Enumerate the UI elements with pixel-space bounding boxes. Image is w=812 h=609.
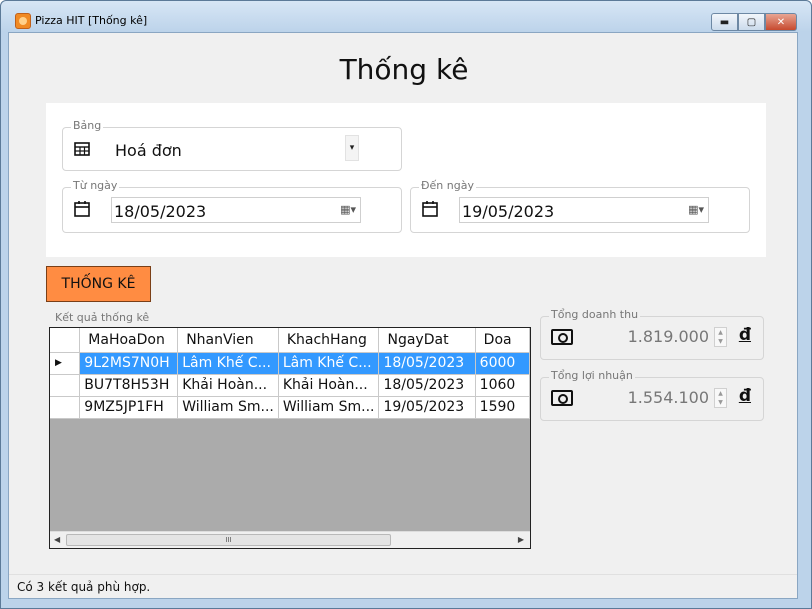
table-cell[interactable]: 18/05/2023 bbox=[378, 374, 476, 397]
table-cell[interactable]: 9MZ5JP1FH bbox=[79, 396, 179, 419]
window-controls: ▬ ▢ ✕ bbox=[711, 13, 797, 31]
results-table: MaHoaDon NhanVien KhachHang NgayDat Doa … bbox=[50, 328, 530, 419]
total-profit-label: Tổng lợi nhuận bbox=[549, 369, 635, 382]
app-icon bbox=[15, 13, 31, 29]
table-cell[interactable]: 6000 bbox=[475, 352, 530, 375]
money-icon bbox=[551, 329, 573, 345]
from-date-group: Từ ngày 18/05/2023 ▦▾ bbox=[62, 179, 402, 233]
currency-symbol: đ bbox=[738, 386, 751, 406]
column-header[interactable]: Doa bbox=[475, 328, 530, 353]
row-selector[interactable] bbox=[50, 374, 81, 397]
page-title: Thống kê bbox=[339, 53, 469, 86]
to-date-group: Đến ngày 19/05/2023 ▦▾ bbox=[410, 179, 750, 233]
table-cell[interactable]: BU7T8H53H bbox=[79, 374, 179, 397]
to-date-value: 19/05/2023 bbox=[462, 202, 555, 221]
horizontal-scrollbar[interactable]: ◀ III ▶ bbox=[50, 531, 530, 548]
status-bar: Có 3 kết quả phù hợp. bbox=[9, 574, 797, 598]
title-bar[interactable]: Pizza HIT [Thống kê] ▬ ▢ ✕ bbox=[1, 1, 811, 32]
form-client-area: Thống kê Bảng Hoá đơn ▾ Từ ngày 18/05/20… bbox=[8, 32, 798, 599]
column-header[interactable]: NhanVien bbox=[177, 328, 279, 353]
close-button[interactable]: ✕ bbox=[765, 13, 797, 31]
status-text: Có 3 kết quả phù hợp. bbox=[17, 580, 151, 594]
column-header[interactable]: KhachHang bbox=[278, 328, 380, 353]
column-header[interactable]: MaHoaDon bbox=[79, 328, 179, 353]
table-select-label: Bảng bbox=[71, 119, 104, 132]
scroll-left-icon[interactable]: ◀ bbox=[54, 535, 60, 544]
table-row[interactable]: 9MZ5JP1FH William Sm... William Sm... 19… bbox=[50, 396, 530, 419]
to-date-picker[interactable]: 19/05/2023 ▦▾ bbox=[459, 197, 709, 223]
table-cell[interactable]: 18/05/2023 bbox=[378, 352, 476, 375]
table-header-row: MaHoaDon NhanVien KhachHang NgayDat Doa bbox=[50, 328, 530, 353]
to-date-label: Đến ngày bbox=[419, 179, 476, 192]
total-revenue-value: 1.819.000 bbox=[627, 327, 709, 346]
maximize-button[interactable]: ▢ bbox=[738, 13, 765, 31]
table-row[interactable]: ▶ 9L2MS7N0H Lâm Khế C... Lâm Khế C... 18… bbox=[50, 352, 530, 375]
table-cell[interactable]: William Sm... bbox=[177, 396, 279, 419]
from-date-label: Từ ngày bbox=[71, 179, 120, 192]
table-cell[interactable]: William Sm... bbox=[278, 396, 380, 419]
profit-spinner: ▲ ▼ bbox=[714, 388, 727, 408]
table-cell[interactable]: 9L2MS7N0H bbox=[79, 352, 179, 375]
calendar-icon bbox=[73, 200, 91, 218]
window-title: Pizza HIT [Thống kê] bbox=[35, 14, 148, 27]
table-cell[interactable]: Khải Hoàn... bbox=[177, 374, 279, 397]
column-header[interactable]: NgayDat bbox=[378, 328, 476, 353]
from-date-value: 18/05/2023 bbox=[114, 202, 207, 221]
row-selector-icon[interactable]: ▶ bbox=[50, 352, 81, 375]
results-label: Kết quả thống kê bbox=[55, 311, 150, 324]
app-window: Pizza HIT [Thống kê] ▬ ▢ ✕ Thống kê Bảng… bbox=[0, 0, 812, 609]
money-icon bbox=[551, 390, 573, 406]
revenue-spinner: ▲ ▼ bbox=[714, 327, 727, 347]
total-revenue-label: Tổng doanh thu bbox=[549, 308, 641, 321]
table-cell[interactable]: Khải Hoàn... bbox=[278, 374, 380, 397]
filter-panel: Bảng Hoá đơn ▾ Từ ngày 18/05/2023 ▦▾ Đến… bbox=[46, 103, 766, 257]
table-select-group: Bảng Hoá đơn ▾ bbox=[62, 119, 402, 171]
table-row[interactable]: BU7T8H53H Khải Hoàn... Khải Hoàn... 18/0… bbox=[50, 374, 530, 397]
calendar-icon bbox=[421, 200, 439, 218]
results-grid[interactable]: MaHoaDon NhanVien KhachHang NgayDat Doa … bbox=[49, 327, 531, 549]
scroll-right-icon[interactable]: ▶ bbox=[518, 535, 524, 544]
calendar-dropdown-icon[interactable]: ▦▾ bbox=[340, 203, 356, 216]
scroll-thumb[interactable]: III bbox=[66, 534, 391, 546]
statistics-button[interactable]: THỐNG KÊ bbox=[46, 266, 151, 302]
table-grid-icon bbox=[73, 140, 91, 158]
total-profit-group: Tổng lợi nhuận 1.554.100 ▲ ▼ đ bbox=[540, 369, 764, 421]
row-selector[interactable] bbox=[50, 396, 81, 419]
table-cell[interactable]: 19/05/2023 bbox=[378, 396, 476, 419]
table-cell[interactable]: Lâm Khế C... bbox=[177, 352, 279, 375]
total-profit-value: 1.554.100 bbox=[627, 388, 709, 407]
row-header-corner bbox=[50, 328, 81, 353]
table-select-value[interactable]: Hoá đơn bbox=[115, 141, 182, 160]
table-cell[interactable]: 1590 bbox=[475, 396, 530, 419]
calendar-dropdown-icon[interactable]: ▦▾ bbox=[688, 203, 704, 216]
table-cell[interactable]: Lâm Khế C... bbox=[278, 352, 380, 375]
minimize-button[interactable]: ▬ bbox=[711, 13, 738, 31]
from-date-picker[interactable]: 18/05/2023 ▦▾ bbox=[111, 197, 361, 223]
table-select-dropdown-button[interactable]: ▾ bbox=[345, 135, 359, 161]
total-revenue-group: Tổng doanh thu 1.819.000 ▲ ▼ đ bbox=[540, 308, 764, 360]
currency-symbol: đ bbox=[738, 325, 751, 345]
table-cell[interactable]: 1060 bbox=[475, 374, 530, 397]
